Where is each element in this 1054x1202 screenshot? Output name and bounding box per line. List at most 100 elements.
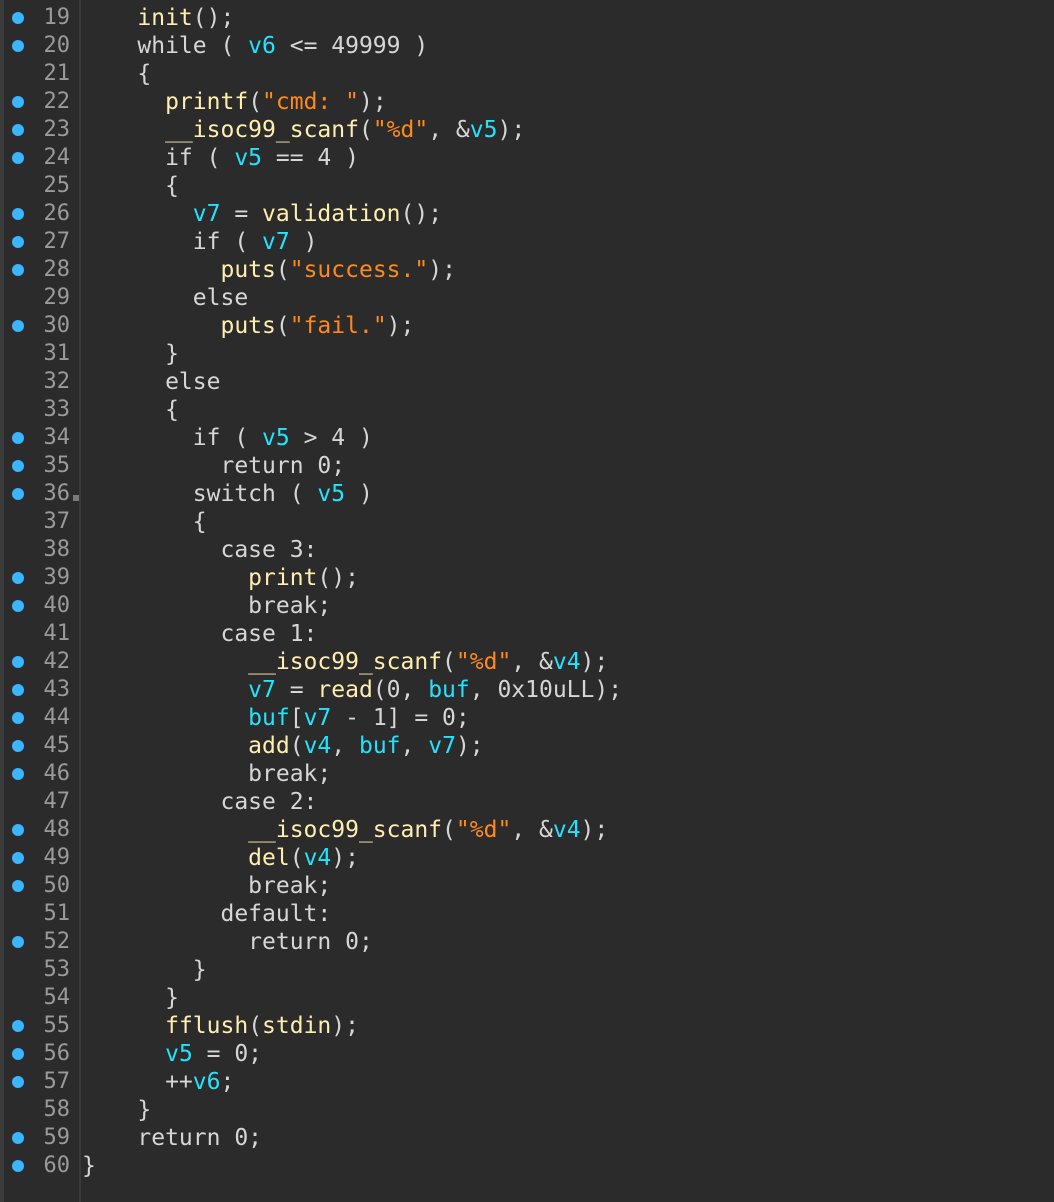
code-line[interactable]: 46 break;: [0, 760, 1054, 788]
breakpoint-dot-icon[interactable]: [12, 12, 24, 24]
breakpoint-dot-icon[interactable]: [12, 488, 24, 500]
code-text-line[interactable]: break;: [82, 760, 331, 788]
code-line[interactable]: 22 printf("cmd: ");: [0, 88, 1054, 116]
code-text-line[interactable]: __isoc99_scanf("%d", &v5);: [82, 116, 525, 144]
code-text-line[interactable]: case 2:: [82, 788, 317, 816]
code-line[interactable]: 23 __isoc99_scanf("%d", &v5);: [0, 116, 1054, 144]
code-line[interactable]: 53 }: [0, 956, 1054, 984]
breakpoint-dot-icon[interactable]: [12, 880, 24, 892]
code-line[interactable]: 35 return 0;: [0, 452, 1054, 480]
breakpoint-dot-icon[interactable]: [12, 600, 24, 612]
code-text-line[interactable]: buf[v7 - 1] = 0;: [82, 704, 470, 732]
code-text-line[interactable]: {: [82, 508, 207, 536]
code-text-line[interactable]: init();: [82, 4, 234, 32]
breakpoint-dot-icon[interactable]: [12, 572, 24, 584]
code-editor[interactable]: 19 init(); 20 while ( v6 <= 49999 ) 21 {22…: [0, 0, 1054, 1202]
code-text-line[interactable]: print();: [82, 564, 359, 592]
code-line[interactable]: 36 switch ( v5 ): [0, 480, 1054, 508]
code-line[interactable]: 48 __isoc99_scanf("%d", &v4);: [0, 816, 1054, 844]
code-line[interactable]: 31 }: [0, 340, 1054, 368]
code-line[interactable]: 38 case 3:: [0, 536, 1054, 564]
code-text-line[interactable]: v7 = read(0, buf, 0x10uLL);: [82, 676, 622, 704]
code-text-line[interactable]: break;: [82, 592, 331, 620]
code-line[interactable]: 28 puts("success.");: [0, 256, 1054, 284]
code-line[interactable]: 39 print();: [0, 564, 1054, 592]
code-text-line[interactable]: del(v4);: [82, 844, 359, 872]
code-line[interactable]: 55 fflush(stdin);: [0, 1012, 1054, 1040]
breakpoint-dot-icon[interactable]: [12, 1048, 24, 1060]
code-line[interactable]: 52 return 0;: [0, 928, 1054, 956]
code-line[interactable]: 54 }: [0, 984, 1054, 1012]
breakpoint-dot-icon[interactable]: [12, 852, 24, 864]
code-text-line[interactable]: {: [82, 172, 179, 200]
breakpoint-dot-icon[interactable]: [12, 684, 24, 696]
breakpoint-dot-icon[interactable]: [12, 96, 24, 108]
breakpoint-dot-icon[interactable]: [12, 1132, 24, 1144]
code-text-line[interactable]: }: [82, 956, 207, 984]
breakpoint-dot-icon[interactable]: [12, 264, 24, 276]
breakpoint-dot-icon[interactable]: [12, 936, 24, 948]
code-line[interactable]: 43 v7 = read(0, buf, 0x10uLL);: [0, 676, 1054, 704]
code-line[interactable]: 29 else: [0, 284, 1054, 312]
code-text-line[interactable]: ++v6;: [82, 1068, 234, 1096]
code-text-line[interactable]: else: [82, 368, 220, 396]
breakpoint-dot-icon[interactable]: [12, 1076, 24, 1088]
breakpoint-dot-icon[interactable]: [12, 320, 24, 332]
code-text-line[interactable]: add(v4, buf, v7);: [82, 732, 483, 760]
code-line[interactable]: 50 break;: [0, 872, 1054, 900]
code-text-line[interactable]: else: [82, 284, 248, 312]
code-line[interactable]: 37 {: [0, 508, 1054, 536]
code-line[interactable]: 60}: [0, 1152, 1054, 1180]
code-line[interactable]: 49 del(v4);: [0, 844, 1054, 872]
code-text-line[interactable]: puts("success.");: [82, 256, 455, 284]
code-text-line[interactable]: if ( v5 == 4 ): [82, 144, 359, 172]
code-line[interactable]: 27 if ( v7 ): [0, 228, 1054, 256]
code-text-line[interactable]: if ( v7 ): [82, 228, 318, 256]
code-text-line[interactable]: puts("fail.");: [82, 312, 414, 340]
breakpoint-dot-icon[interactable]: [12, 768, 24, 780]
code-line[interactable]: 56 v5 = 0;: [0, 1040, 1054, 1068]
code-line[interactable]: 58 }: [0, 1096, 1054, 1124]
breakpoint-dot-icon[interactable]: [12, 236, 24, 248]
code-text-line[interactable]: }: [82, 340, 179, 368]
code-text-line[interactable]: if ( v5 > 4 ): [82, 424, 373, 452]
code-text-line[interactable]: return 0;: [82, 452, 345, 480]
breakpoint-dot-icon[interactable]: [12, 208, 24, 220]
breakpoint-dot-icon[interactable]: [12, 824, 24, 836]
breakpoint-dot-icon[interactable]: [12, 740, 24, 752]
code-text-line[interactable]: }: [82, 1152, 96, 1180]
code-text-line[interactable]: break;: [82, 872, 331, 900]
code-text-line[interactable]: __isoc99_scanf("%d", &v4);: [82, 816, 608, 844]
code-text-line[interactable]: while ( v6 <= 49999 ): [82, 32, 428, 60]
breakpoint-dot-icon[interactable]: [12, 460, 24, 472]
code-text-line[interactable]: switch ( v5 ): [82, 480, 373, 508]
code-text-line[interactable]: }: [82, 1096, 151, 1124]
code-line[interactable]: 21 {: [0, 60, 1054, 88]
code-text-line[interactable]: {: [82, 60, 151, 88]
code-line[interactable]: 41 case 1:: [0, 620, 1054, 648]
code-line[interactable]: 59 return 0;: [0, 1124, 1054, 1152]
code-line[interactable]: 25 {: [0, 172, 1054, 200]
code-text-line[interactable]: __isoc99_scanf("%d", &v4);: [82, 648, 608, 676]
code-text-line[interactable]: printf("cmd: ");: [82, 88, 387, 116]
code-line[interactable]: 30 puts("fail.");: [0, 312, 1054, 340]
breakpoint-dot-icon[interactable]: [12, 1160, 24, 1172]
breakpoint-dot-icon[interactable]: [12, 712, 24, 724]
code-text-line[interactable]: v7 = validation();: [82, 200, 442, 228]
code-line[interactable]: 26 v7 = validation();: [0, 200, 1054, 228]
code-line[interactable]: 51 default:: [0, 900, 1054, 928]
breakpoint-dot-icon[interactable]: [12, 124, 24, 136]
code-line[interactable]: 32 else: [0, 368, 1054, 396]
code-line[interactable]: 19 init();: [0, 4, 1054, 32]
code-line[interactable]: 40 break;: [0, 592, 1054, 620]
code-line[interactable]: 33 {: [0, 396, 1054, 424]
code-line[interactable]: 57 ++v6;: [0, 1068, 1054, 1096]
breakpoint-dot-icon[interactable]: [12, 432, 24, 444]
code-text-line[interactable]: fflush(stdin);: [82, 1012, 359, 1040]
code-line[interactable]: 20 while ( v6 <= 49999 ): [0, 32, 1054, 60]
code-text-line[interactable]: case 1:: [82, 620, 317, 648]
breakpoint-dot-icon[interactable]: [12, 1020, 24, 1032]
code-line[interactable]: 42 __isoc99_scanf("%d", &v4);: [0, 648, 1054, 676]
code-line[interactable]: 47 case 2:: [0, 788, 1054, 816]
code-text-line[interactable]: return 0;: [82, 1124, 262, 1152]
